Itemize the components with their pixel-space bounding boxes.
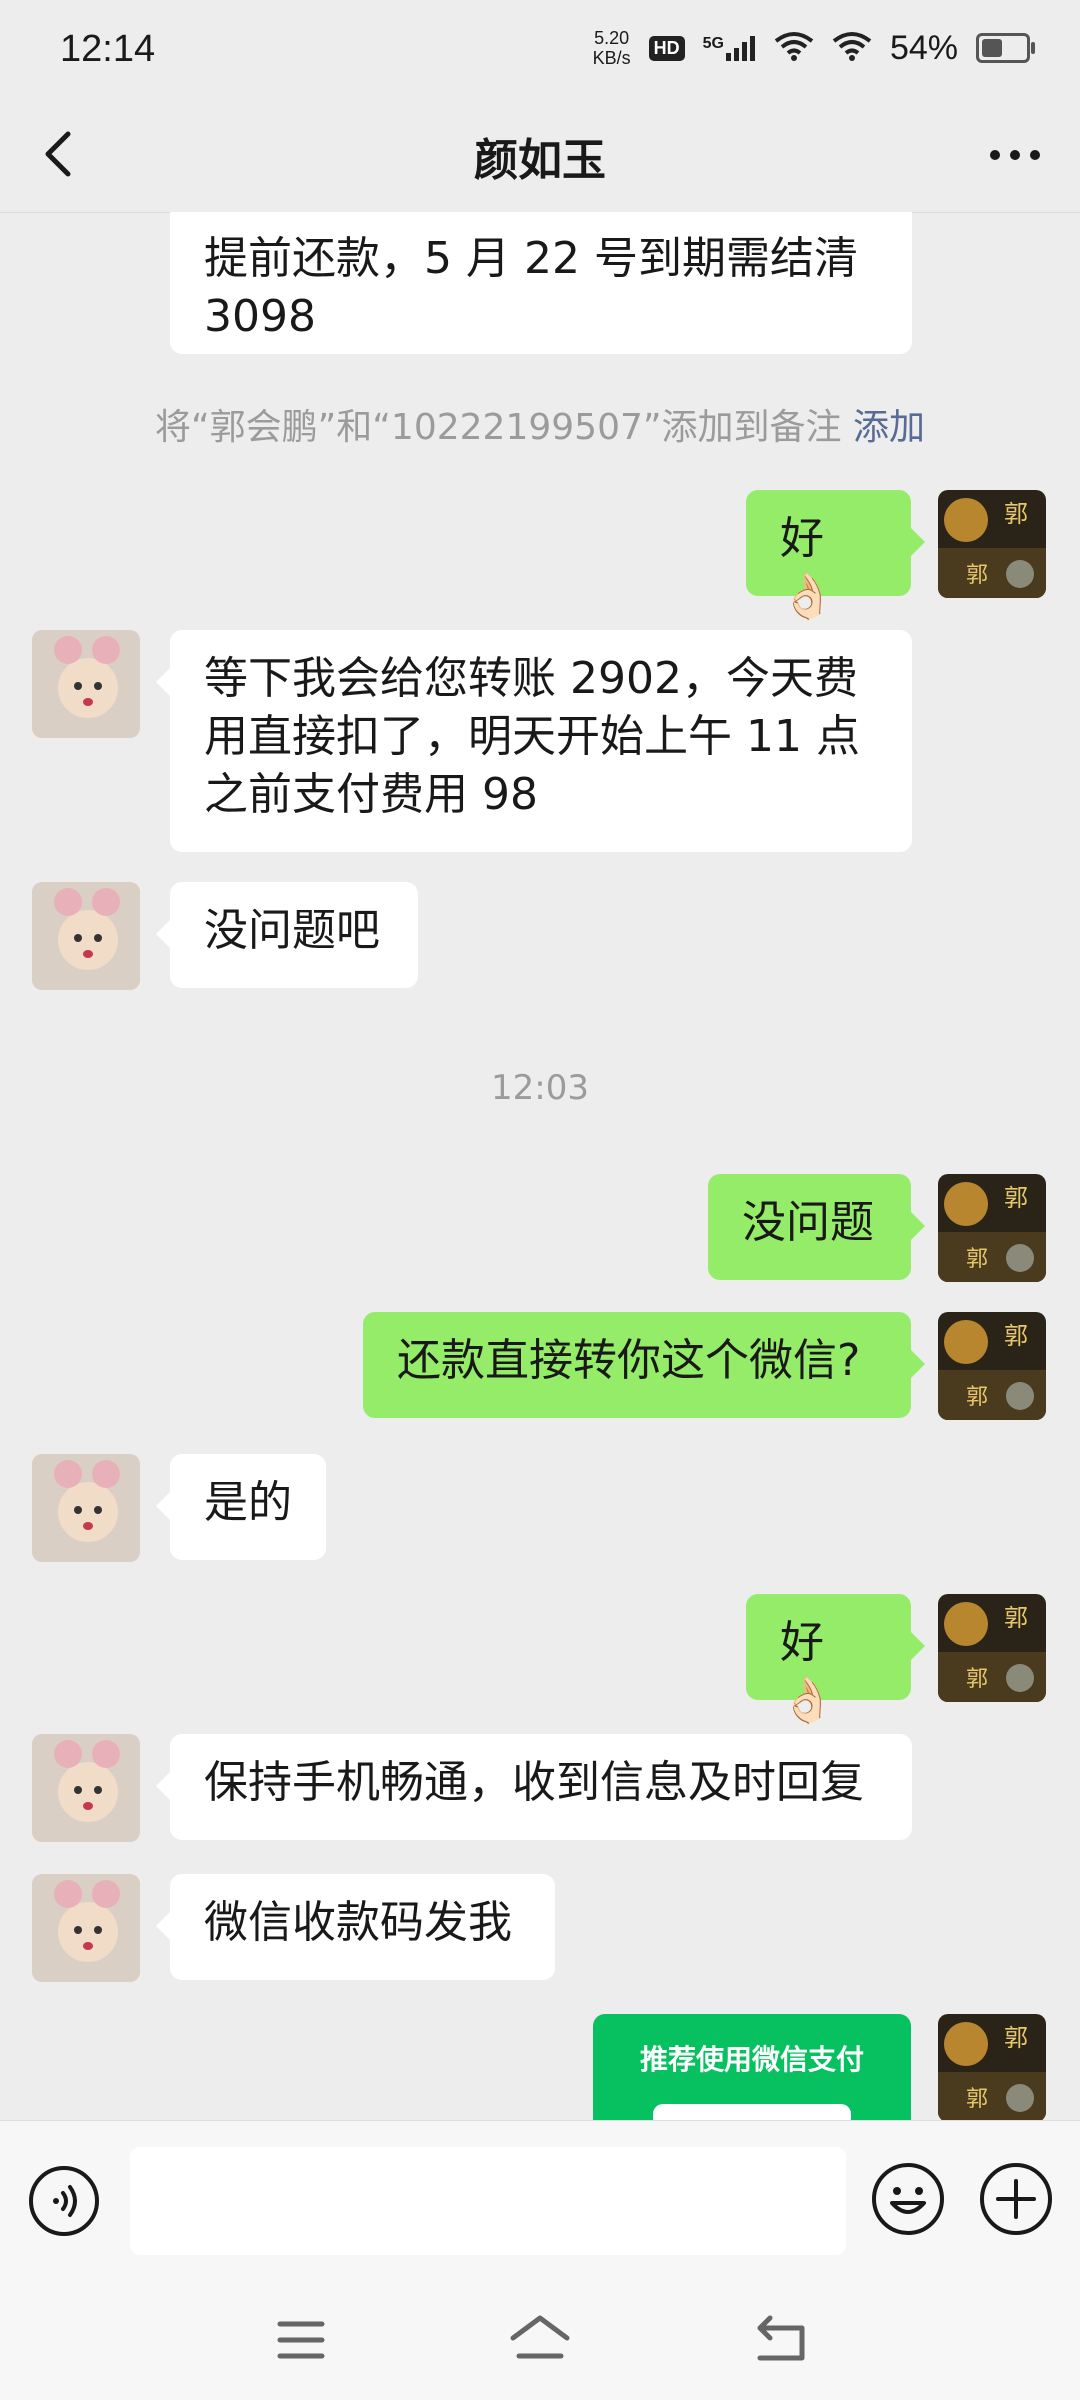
message-text: 是的 (204, 1477, 292, 1528)
system-nav-bar (0, 2280, 1080, 2400)
message-input[interactable] (130, 2147, 846, 2255)
hd-badge: HD (648, 35, 685, 61)
battery-percent: 54% (889, 28, 958, 67)
avatar-image: 郭 郭 (938, 490, 1046, 598)
message-text: 好👌🏻 (780, 513, 835, 622)
chat-list[interactable]: 提前还款，5 月 22 号到期需结清 3098 将“郭会鹏”和“10222199… (0, 212, 1080, 2120)
message-text: 保持手机畅通，收到信息及时回复 (204, 1757, 864, 1808)
net-speed: 5.20 KB/s (593, 28, 631, 68)
message-bubble[interactable]: 等下我会给您转账 2902，今天费 用直接扣了，明天开始上午 11 点 之前支付… (156, 630, 912, 852)
avatar-glyph: 郭 (966, 1247, 988, 1272)
home-icon (510, 2315, 570, 2359)
menu-icon (277, 2321, 325, 2359)
message-text: 还款直接转你这个微信? (397, 1335, 861, 1386)
network-type: 5G (702, 35, 724, 52)
avatar-glyph: 郭 (1004, 1322, 1028, 1350)
avatar-image: 郭 郭 (938, 1312, 1046, 1420)
wifi-icon-secondary (774, 31, 814, 65)
avatar-self[interactable]: 郭 郭 (938, 2014, 1046, 2120)
avatar-image: 郭 郭 (938, 2014, 1046, 2120)
message-text: 用直接扣了，明天开始上午 11 点 (204, 711, 860, 762)
message-text: 3098 (204, 291, 316, 342)
payment-card-label: 推荐使用微信支付 (639, 2043, 864, 2076)
emoji-icon (872, 2163, 944, 2235)
more-dots-icon (990, 150, 1040, 160)
nav-home-button[interactable] (505, 2308, 575, 2372)
message-text: 好👌🏻 (780, 1617, 835, 1726)
avatar-image (32, 1454, 140, 1562)
wifi-icon (832, 31, 872, 65)
avatar-other[interactable] (32, 1454, 140, 1562)
message-text: 没问题 (742, 1197, 874, 1248)
remark-notice: 将“郭会鹏”和“10222199507”添加到备注 添加 (0, 398, 1080, 450)
avatar-image (32, 1734, 140, 1842)
avatar-other[interactable] (32, 1734, 140, 1842)
chat-title: 颜如玉 (474, 135, 606, 186)
message-bubble[interactable]: 没问题吧 (156, 882, 418, 988)
battery-icon (976, 33, 1035, 63)
message-bubble[interactable]: 好👌🏻 (746, 490, 925, 622)
message-text: 没问题吧 (204, 905, 380, 956)
chat-header: 颜如玉 (0, 100, 1080, 213)
message-timestamp: 12:03 (491, 1068, 589, 1108)
nav-back-button[interactable] (746, 2308, 816, 2372)
message-text: 提前还款，5 月 22 号到期需结清 (204, 233, 858, 284)
message-bubble[interactable]: 还款直接转你这个微信? (363, 1312, 925, 1418)
status-time: 12:14 (60, 28, 156, 70)
message-text: 之前支付费用 98 (204, 769, 538, 820)
voice-icon (29, 2166, 99, 2236)
avatar-other[interactable] (32, 630, 140, 738)
avatar-image: 郭 郭 (938, 1594, 1046, 1702)
avatar-other[interactable] (32, 1874, 140, 1982)
avatar-image (32, 630, 140, 738)
plus-button[interactable] (978, 2161, 1054, 2237)
message-bubble[interactable]: 微信收款码发我 (156, 1874, 555, 1980)
input-bar (0, 2120, 1080, 2281)
avatar-other[interactable] (32, 882, 140, 990)
avatar-image (32, 882, 140, 990)
add-remark-link[interactable]: 添加 (853, 407, 925, 448)
message-text: 等下我会给您转账 2902，今天费 (204, 653, 858, 704)
message-text: 微信收款码发我 (204, 1897, 512, 1948)
avatar-glyph: 郭 (1004, 1184, 1028, 1212)
avatar-self[interactable]: 郭 郭 (938, 490, 1046, 598)
avatar-self[interactable]: 郭 郭 (938, 1594, 1046, 1702)
message-bubble[interactable]: 好👌🏻 (746, 1594, 925, 1726)
avatar-glyph: 郭 (1004, 1604, 1028, 1632)
avatar-glyph: 郭 (966, 1667, 988, 1692)
avatar-glyph: 郭 (966, 1385, 988, 1410)
notice-text: 将“郭会鹏”和“10222199507”添加到备注 (154, 407, 842, 448)
payment-card-inner (653, 2104, 851, 2120)
back-icon (757, 2315, 805, 2361)
message-bubble[interactable]: 保持手机畅通，收到信息及时回复 (156, 1734, 912, 1840)
message-bubble[interactable]: 提前还款，5 月 22 号到期需结清 3098 (170, 212, 912, 354)
status-bar: 12:14 5.20 KB/s HD 5G 54% (0, 0, 1080, 100)
avatar-self[interactable]: 郭 郭 (938, 1174, 1046, 1282)
plus-icon (980, 2163, 1052, 2235)
avatar-image: 郭 郭 (938, 1174, 1046, 1282)
message-bubble[interactable]: 没问题 (708, 1174, 925, 1280)
net-speed-unit: KB/s (592, 48, 631, 68)
avatar-glyph: 郭 (1004, 500, 1028, 528)
more-button[interactable] (980, 130, 1050, 180)
payment-card[interactable]: 推荐使用微信支付 (593, 2014, 911, 2120)
emoji-button[interactable] (870, 2161, 946, 2237)
message-bubble[interactable]: 是的 (156, 1454, 326, 1560)
voice-button[interactable] (28, 2165, 100, 2237)
net-speed-value: 5.20 (594, 28, 630, 48)
avatar-glyph: 郭 (1004, 2024, 1028, 2052)
avatar-glyph: 郭 (966, 563, 988, 588)
avatar-glyph: 郭 (966, 2087, 988, 2112)
nav-menu-button[interactable] (266, 2310, 336, 2370)
signal-icon: 5G (703, 35, 756, 61)
avatar-image (32, 1874, 140, 1982)
status-icons: 5.20 KB/s HD 5G 54% (593, 28, 1035, 68)
avatar-self[interactable]: 郭 郭 (938, 1312, 1046, 1420)
